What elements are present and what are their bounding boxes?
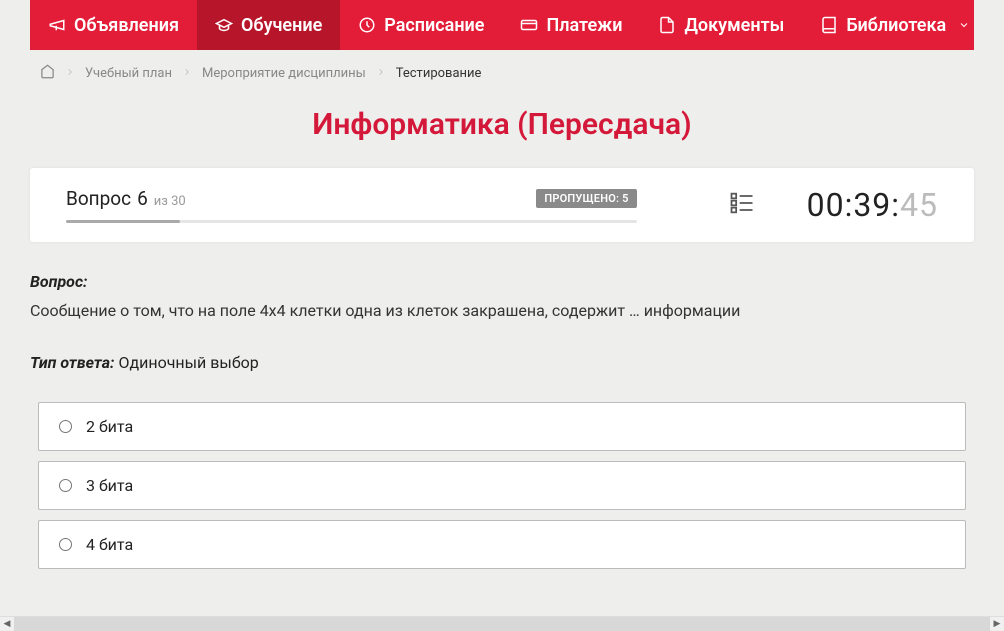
answer-radio[interactable] xyxy=(59,538,72,551)
nav-library[interactable]: Библиотека xyxy=(802,0,988,50)
quiz-status-panel: Вопрос 6 из 30 ПРОПУЩЕНО: 5 xyxy=(30,168,974,242)
question-current: 6 xyxy=(137,187,148,210)
chevron-right-icon xyxy=(376,66,386,81)
answer-option[interactable]: 2 бита xyxy=(38,402,966,451)
question-counter: Вопрос 6 из 30 xyxy=(66,187,186,210)
question-list-button[interactable] xyxy=(637,189,807,221)
education-icon xyxy=(215,16,233,34)
question-block: Вопрос: Сообщение о том, что на поле 4х4… xyxy=(30,272,974,599)
answer-label: 3 бита xyxy=(86,476,133,495)
horizontal-scrollbar[interactable]: ◀ ▶ xyxy=(0,616,1004,630)
nav-label: Обучение xyxy=(241,15,322,36)
answer-radio[interactable] xyxy=(59,479,72,492)
chevron-down-icon xyxy=(958,19,970,31)
nav-announcements[interactable]: Объявления xyxy=(30,0,197,50)
answer-label: 2 бита xyxy=(86,417,133,436)
main-nav: Объявления Обучение Расписание Платежи xyxy=(30,0,974,50)
question-of: из xyxy=(154,194,168,209)
question-heading: Вопрос: xyxy=(30,272,974,291)
page-title: Информатика (Пересдача) xyxy=(30,107,974,142)
scroll-right-arrow[interactable]: ▶ xyxy=(990,617,1004,631)
answer-type: Тип ответа: Одиночный выбор xyxy=(30,353,974,372)
answer-option[interactable]: 4 бита xyxy=(38,520,966,569)
breadcrumb-item[interactable]: Учебный план xyxy=(85,66,172,81)
question-total: 30 xyxy=(171,194,186,209)
payment-icon xyxy=(520,16,538,34)
document-icon xyxy=(658,16,676,34)
nav-education[interactable]: Обучение xyxy=(197,0,340,50)
nav-label: Объявления xyxy=(74,15,179,36)
home-icon[interactable] xyxy=(40,64,55,83)
list-icon xyxy=(727,202,757,221)
answers-list: 2 бита 3 бита 4 бита xyxy=(30,402,974,569)
breadcrumb-current: Тестирование xyxy=(396,66,482,81)
breadcrumb-item[interactable]: Мероприятие дисциплины xyxy=(202,66,366,81)
scroll-track[interactable] xyxy=(14,617,990,631)
nav-label: Платежи xyxy=(546,15,622,36)
nav-label: Документы xyxy=(684,15,784,36)
timer-seconds: 45 xyxy=(900,186,938,224)
answer-option[interactable]: 3 бита xyxy=(38,461,966,510)
timer-main: 00:39: xyxy=(807,186,900,224)
nav-label: Библиотека xyxy=(846,15,946,36)
skipped-badge: ПРОПУЩЕНО: 5 xyxy=(536,189,636,208)
answer-label: 4 бита xyxy=(86,535,133,554)
question-text: Сообщение о том, что на поле 4х4 клетки … xyxy=(30,299,974,323)
nav-schedule[interactable]: Расписание xyxy=(340,0,502,50)
scroll-left-arrow[interactable]: ◀ xyxy=(0,617,14,631)
breadcrumb: Учебный план Мероприятие дисциплины Тест… xyxy=(30,50,974,97)
chevron-right-icon xyxy=(182,66,192,81)
nav-label: Расписание xyxy=(384,15,484,36)
progress-fill xyxy=(66,220,180,223)
chevron-right-icon xyxy=(65,66,75,81)
answer-type-value: Одиночный выбор xyxy=(118,353,258,372)
timer: 00:39:45 xyxy=(807,186,938,224)
answer-type-label: Тип ответа: xyxy=(30,353,114,372)
library-icon xyxy=(820,16,838,34)
nav-payments[interactable]: Платежи xyxy=(502,0,640,50)
announce-icon xyxy=(48,16,66,34)
progress-bar xyxy=(66,220,637,223)
question-word: Вопрос xyxy=(66,187,131,210)
nav-documents[interactable]: Документы xyxy=(640,0,802,50)
answer-radio[interactable] xyxy=(59,420,72,433)
schedule-icon xyxy=(358,16,376,34)
